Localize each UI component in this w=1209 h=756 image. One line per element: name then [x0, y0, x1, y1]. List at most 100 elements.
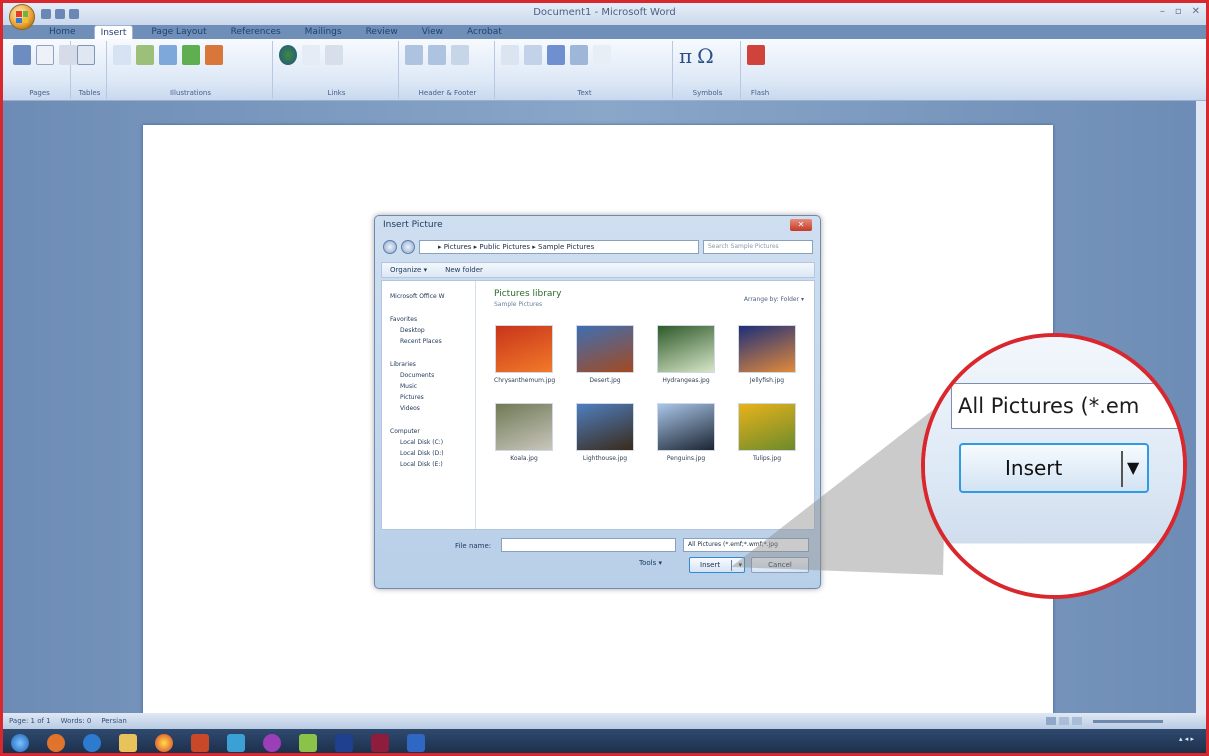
quick-parts-icon[interactable]	[524, 45, 542, 65]
file-name-input[interactable]	[501, 538, 676, 552]
cancel-button[interactable]: Cancel	[751, 557, 809, 573]
signature-line-icon[interactable]	[593, 45, 611, 65]
zoomed-file-type-select[interactable]: All Pictures (*.em	[951, 383, 1183, 429]
arrange-by-dropdown[interactable]: Arrange by: Folder ▾	[744, 296, 804, 303]
tab-insert[interactable]: Insert	[93, 25, 134, 39]
app-icon[interactable]	[191, 733, 209, 752]
nav-item-documents[interactable]: Documents	[390, 370, 475, 381]
nav-item-drive-d[interactable]: Local Disk (D:)	[390, 448, 475, 459]
dialog-close-button[interactable]: ✕	[790, 219, 812, 231]
file-type-select[interactable]: All Pictures (*.emf;*.wmf;*.jpg	[683, 538, 809, 552]
symbol-icon[interactable]: Ω	[697, 45, 714, 67]
organize-button[interactable]: Organize ▾	[390, 266, 427, 274]
nav-item-recent-places[interactable]: Recent Places	[390, 336, 475, 347]
minimize-icon[interactable]: –	[1160, 6, 1165, 17]
new-folder-button[interactable]: New folder	[445, 266, 483, 274]
tab-home[interactable]: Home	[43, 25, 82, 39]
thumbnail-item[interactable]: Jellyfish.jpg	[737, 325, 797, 384]
nav-item-desktop[interactable]: Desktop	[390, 325, 475, 336]
internet-explorer-icon[interactable]	[83, 733, 101, 752]
forward-icon[interactable]	[401, 240, 415, 254]
page-number-icon[interactable]	[451, 45, 469, 65]
back-icon[interactable]	[383, 240, 397, 254]
insert-button[interactable]: Insert ▾	[689, 557, 745, 573]
zoom-callout: All Pictures (*.em Insert ▼	[921, 333, 1187, 599]
nav-favorites[interactable]: Favorites	[390, 314, 475, 325]
start-button-icon[interactable]	[11, 733, 29, 752]
player-icon[interactable]	[263, 733, 281, 752]
status-page[interactable]: Page: 1 of 1	[9, 717, 51, 725]
close-icon[interactable]: ✕	[1192, 6, 1200, 17]
thumbnail-item[interactable]: Lighthouse.jpg	[575, 403, 635, 462]
nav-item-drive-e[interactable]: Local Disk (E:)	[390, 459, 475, 470]
nav-item-videos[interactable]: Videos	[390, 403, 475, 414]
chevron-down-icon[interactable]: ▼	[1127, 445, 1139, 491]
thumbnail-item[interactable]: Desert.jpg	[575, 325, 635, 384]
table-icon[interactable]	[77, 45, 95, 65]
indesign-icon[interactable]	[371, 733, 389, 752]
thumbnail-item[interactable]: Tulips.jpg	[737, 403, 797, 462]
wordart-icon[interactable]	[547, 45, 565, 65]
nav-libraries[interactable]: Libraries	[390, 359, 475, 370]
thumbnail-item[interactable]: Penguins.jpg	[656, 403, 716, 462]
photoshop-icon[interactable]	[335, 733, 353, 752]
maximize-icon[interactable]: ▫	[1175, 6, 1182, 17]
chrome-icon[interactable]	[155, 733, 173, 752]
tab-page-layout[interactable]: Page Layout	[145, 25, 212, 39]
thumbnail-item[interactable]: Koala.jpg	[494, 403, 554, 462]
vertical-scrollbar[interactable]	[1196, 101, 1206, 713]
text-box-icon[interactable]	[501, 45, 519, 65]
drop-cap-icon[interactable]	[570, 45, 588, 65]
status-words[interactable]: Words: 0	[61, 717, 92, 725]
clip-art-icon[interactable]	[136, 45, 154, 65]
nav-item-music[interactable]: Music	[390, 381, 475, 392]
save-icon[interactable]	[41, 9, 51, 19]
equation-icon[interactable]: π	[679, 45, 692, 67]
thumbnail-item[interactable]: Hydrangeas.jpg	[656, 325, 716, 384]
shapes-icon[interactable]	[159, 45, 177, 65]
flash-icon[interactable]	[747, 45, 765, 65]
tab-acrobat[interactable]: Acrobat	[461, 25, 508, 39]
tab-references[interactable]: References	[225, 25, 287, 39]
nav-item-drive-c[interactable]: Local Disk (C:)	[390, 437, 475, 448]
bookmark-icon[interactable]	[302, 45, 320, 65]
app-icon[interactable]	[299, 733, 317, 752]
nav-item-office[interactable]: Microsoft Office W	[390, 291, 475, 302]
address-bar[interactable]: ▸ Pictures ▸ Public Pictures ▸ Sample Pi…	[419, 240, 699, 254]
picture-icon[interactable]	[113, 45, 131, 65]
tools-button[interactable]: Tools ▾	[639, 559, 662, 567]
zoomed-insert-button[interactable]: Insert ▼	[959, 443, 1149, 493]
firefox-icon[interactable]	[47, 733, 65, 752]
smartart-icon[interactable]	[182, 45, 200, 65]
status-language[interactable]: Persian	[101, 717, 126, 725]
chart-icon[interactable]	[205, 45, 223, 65]
group-tables: Tables	[73, 41, 107, 99]
system-tray[interactable]: ▴ ◂ ▸	[1179, 735, 1194, 743]
cover-page-icon[interactable]	[13, 45, 31, 65]
zoomed-insert-label: Insert	[1005, 456, 1063, 480]
footer-icon[interactable]	[428, 45, 446, 65]
navigation-row: ▸ Pictures ▸ Public Pictures ▸ Sample Pi…	[383, 238, 813, 256]
blank-page-icon[interactable]	[36, 45, 54, 65]
full-screen-icon[interactable]	[1059, 717, 1069, 725]
tab-view[interactable]: View	[416, 25, 449, 39]
print-layout-icon[interactable]	[1046, 717, 1056, 725]
search-input[interactable]: Search Sample Pictures	[703, 240, 813, 254]
web-layout-icon[interactable]	[1072, 717, 1082, 725]
header-icon[interactable]	[405, 45, 423, 65]
chevron-down-icon[interactable]: ▾	[738, 558, 742, 572]
zoom-slider[interactable]	[1093, 719, 1163, 723]
tab-mailings[interactable]: Mailings	[299, 25, 348, 39]
cross-reference-icon[interactable]	[325, 45, 343, 65]
hyperlink-icon[interactable]	[279, 45, 297, 65]
media-icon[interactable]	[227, 733, 245, 752]
undo-icon[interactable]	[55, 9, 65, 19]
explorer-icon[interactable]	[119, 733, 137, 752]
tab-review[interactable]: Review	[360, 25, 404, 39]
redo-icon[interactable]	[69, 9, 79, 19]
office-button[interactable]	[9, 4, 35, 30]
nav-computer[interactable]: Computer	[390, 426, 475, 437]
word-icon[interactable]	[407, 733, 425, 752]
nav-item-pictures[interactable]: Pictures	[390, 392, 475, 403]
thumbnail-item[interactable]: Chrysanthemum.jpg	[494, 325, 555, 384]
